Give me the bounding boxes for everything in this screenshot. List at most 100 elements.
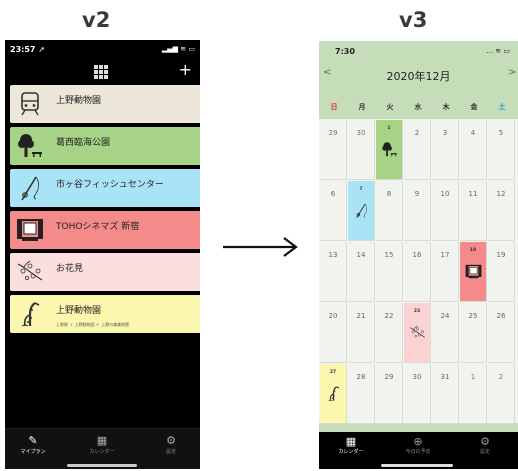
- plan-card[interactable]: TOHOシネマズ 新宿: [10, 211, 200, 249]
- pencil-icon: ✎: [28, 434, 38, 447]
- tab-today[interactable]: ⊕ 今日の予定: [388, 435, 448, 455]
- calendar-day-event[interactable]: 23: [404, 303, 431, 363]
- calendar-day[interactable]: 15: [376, 242, 403, 302]
- calendar-day[interactable]: 3: [432, 120, 459, 180]
- weekday-label: 金: [470, 103, 478, 111]
- calendar-day[interactable]: 14: [348, 242, 375, 302]
- calendar-day[interactable]: 2: [404, 120, 431, 180]
- tab-label: カレンダー: [89, 449, 115, 455]
- calendar-day[interactable]: 29: [376, 364, 403, 424]
- calendar-day[interactable]: 28: [348, 364, 375, 424]
- calendar-day[interactable]: 9: [404, 181, 431, 241]
- fishing-rod-icon: [353, 202, 370, 219]
- cinema-screen-icon: [16, 216, 44, 244]
- calendar-day[interactable]: 29: [320, 120, 347, 180]
- tab-calendar[interactable]: ▦ カレンダー: [77, 434, 127, 455]
- day-number: 21: [356, 312, 366, 320]
- calendar-day[interactable]: 20: [320, 303, 347, 363]
- day-number: 2: [414, 129, 420, 137]
- home-indicator: [381, 464, 453, 467]
- calendar-day[interactable]: 11: [460, 181, 487, 241]
- grid-icon[interactable]: [94, 65, 108, 79]
- tab-calendar[interactable]: ▦ カレンダー: [321, 435, 381, 455]
- tab-settings[interactable]: ⚙ 設定: [455, 435, 515, 455]
- tab-bar: ✎ マイプラン ▦ カレンダー ⚙ 設定: [5, 428, 200, 469]
- plan-name: 市ヶ谷フィッシュセンター: [56, 180, 164, 190]
- add-plan-button[interactable]: +: [179, 62, 192, 78]
- plan-card[interactable]: 上野動物園: [10, 85, 200, 123]
- calendar-day[interactable]: 31: [432, 364, 459, 424]
- status-time: 7:30: [335, 47, 355, 56]
- giraffe-icon: [16, 300, 44, 328]
- park-tree-icon: [381, 141, 398, 158]
- day-number: 11: [468, 190, 478, 198]
- day-number: 15: [384, 251, 394, 259]
- calendar-day[interactable]: 1: [460, 364, 487, 424]
- calendar-day-event[interactable]: 27: [320, 364, 347, 424]
- plan-name: お花見: [56, 264, 84, 274]
- calendar-day[interactable]: 22: [376, 303, 403, 363]
- day-number: 7: [359, 187, 363, 192]
- calendar-day[interactable]: 2: [488, 364, 515, 424]
- calendar-day[interactable]: 30: [404, 364, 431, 424]
- home-indicator: [67, 464, 137, 467]
- calendar-day[interactable]: 10: [432, 181, 459, 241]
- calendar-day[interactable]: 30: [348, 120, 375, 180]
- tab-settings[interactable]: ⚙ 設定: [146, 434, 196, 455]
- version-label-v2: v2: [82, 8, 111, 32]
- cherry-blossom-icon: [16, 258, 44, 286]
- next-month-button[interactable]: >: [508, 67, 516, 78]
- calendar-day[interactable]: 26: [488, 303, 515, 363]
- calendar-day-event[interactable]: 1: [376, 120, 403, 180]
- day-number: 9: [414, 190, 420, 198]
- calendar-day[interactable]: 19: [488, 242, 515, 302]
- day-number: 23: [413, 309, 421, 314]
- calendar-day[interactable]: 12: [488, 181, 515, 241]
- calendar-day[interactable]: 13: [320, 242, 347, 302]
- day-number: 22: [384, 312, 394, 320]
- day-number: 18: [469, 248, 477, 253]
- status-bar: 23:57 ➚ ▂▄▆ ≋ ▭: [5, 40, 200, 60]
- plan-name: 上野動物園: [56, 306, 102, 316]
- fishing-rod-icon: [16, 174, 44, 202]
- giraffe-icon: [325, 385, 342, 402]
- day-number: 2: [498, 373, 504, 381]
- calendar-day[interactable]: 17: [432, 242, 459, 302]
- status-icons: ▂▄▆ ≋ ▭: [161, 45, 195, 53]
- tab-my-plan[interactable]: ✎ マイプラン: [8, 434, 58, 455]
- calendar-day[interactable]: 25: [460, 303, 487, 363]
- calendar-day[interactable]: 5: [488, 120, 515, 180]
- day-number: 1: [470, 373, 476, 381]
- day-number: 1: [387, 126, 391, 131]
- calendar-day-event[interactable]: 18: [460, 242, 487, 302]
- phone-v2: 23:57 ➚ ▂▄▆ ≋ ▭ + 上野動物園 葛西臨海公園 市ヶ谷フィッシュセンタ…: [5, 40, 200, 469]
- calendar-day[interactable]: 21: [348, 303, 375, 363]
- weekday-label: 火: [386, 103, 394, 111]
- right-arrow-icon: [223, 237, 298, 257]
- calendar-day[interactable]: 16: [404, 242, 431, 302]
- month-title: 2020年12月: [386, 70, 451, 83]
- plan-card[interactable]: 上野動物園上野駅 ＋ 上野動物園 ＋ 上野の森美術館: [10, 295, 200, 333]
- calendar-day-event[interactable]: 7: [348, 181, 375, 241]
- gear-icon: ⚙: [480, 435, 490, 448]
- plan-route: 上野駅 ＋ 上野動物園 ＋ 上野の森美術館: [56, 322, 130, 327]
- plan-card[interactable]: 市ヶ谷フィッシュセンター: [10, 169, 200, 207]
- cherry-blossom-icon: [409, 324, 426, 341]
- day-number: 24: [440, 312, 450, 320]
- calendar-day[interactable]: 6: [320, 181, 347, 241]
- calendar-day[interactable]: 24: [432, 303, 459, 363]
- calendar-day[interactable]: 4: [460, 120, 487, 180]
- day-number: 27: [329, 370, 337, 375]
- plus-circle-icon: ⊕: [413, 435, 423, 448]
- day-number: 6: [330, 190, 336, 198]
- tab-label: 設定: [479, 449, 490, 455]
- weekday-label: 土: [498, 103, 506, 111]
- plan-card[interactable]: 葛西臨海公園: [10, 127, 200, 165]
- plan-card[interactable]: お花見: [10, 253, 200, 291]
- day-number: 16: [412, 251, 422, 259]
- calendar-day[interactable]: 8: [376, 181, 403, 241]
- day-number: 4: [470, 129, 476, 137]
- tab-label: 今日の予定: [405, 449, 431, 455]
- park-tree-icon: [16, 132, 44, 160]
- status-time: 23:57 ➚: [10, 45, 45, 54]
